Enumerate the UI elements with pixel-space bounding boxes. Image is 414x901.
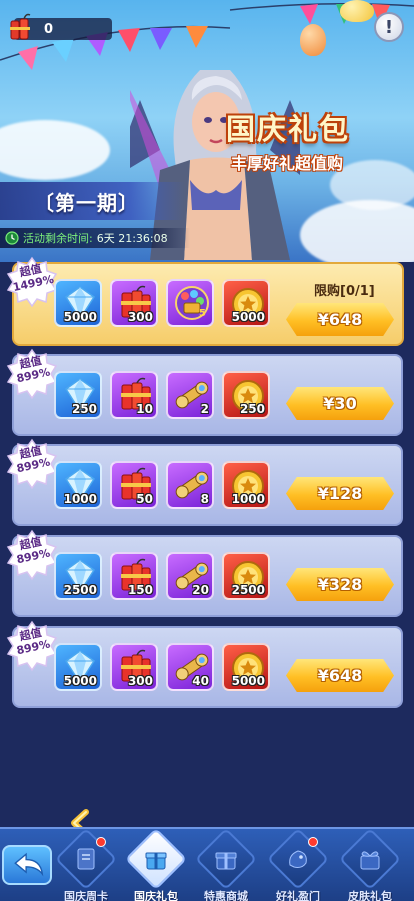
item-quantity: 250 <box>71 402 97 416</box>
item-quantity: 5000 <box>231 310 265 324</box>
buy-button[interactable]: ¥128 <box>286 477 394 510</box>
pack-items: 1000 50 8 1000 <box>54 461 270 509</box>
dragon-icon <box>289 850 307 868</box>
tab-label: 国庆礼包 <box>134 890 178 901</box>
back-button[interactable] <box>2 845 52 885</box>
item-slot-scroll[interactable]: 20 <box>166 552 214 600</box>
pack-items: 250 10 2 250 <box>54 371 270 419</box>
purchase-limit: 限购[0/1] <box>314 284 375 299</box>
tab-label: 特惠商城 <box>204 890 248 901</box>
period-label: 〔第一期〕 <box>0 182 185 220</box>
item-slot-firecracker[interactable]: 150 <box>110 552 158 600</box>
value-badge: 超值 1499% <box>6 256 58 308</box>
firecracker-icon <box>10 13 31 40</box>
tab-label: 好礼盈门 <box>276 890 320 901</box>
svg-text:5: 5 <box>199 308 206 319</box>
item-quantity: 20 <box>192 583 209 597</box>
item-quantity: 250 <box>239 402 265 416</box>
bottom-nav: 国庆周卡 国庆礼包 特惠商城 好礼盈门 皮肤礼包 <box>0 827 414 901</box>
treasure-chest-icon: 5 <box>175 286 209 320</box>
tab-3[interactable]: 特惠商城 <box>190 827 262 901</box>
tab-4[interactable]: 好礼盈门 <box>262 827 334 901</box>
item-quantity: 5000 <box>63 674 97 688</box>
buy-button[interactable]: ¥328 <box>286 568 394 601</box>
countdown-timer: 活动剩余时间: 6天 21:36:08 <box>0 228 190 248</box>
currency-count: 0 <box>44 21 54 37</box>
notification-dot <box>308 837 318 847</box>
item-quantity: 2 <box>200 402 209 416</box>
gift-pack-1: 超值 1499% 5000 300 5 5000 限购[0/1] ¥648 <box>6 256 404 346</box>
item-quantity: 1000 <box>231 492 265 506</box>
item-slot-gold-medal[interactable]: 2500 <box>222 552 270 600</box>
clock-icon <box>5 231 19 245</box>
pack-items: 2500 150 20 2500 <box>54 552 270 600</box>
item-quantity: 2500 <box>63 583 97 597</box>
back-arrow-icon <box>14 852 44 877</box>
tab-label: 国庆周卡 <box>64 890 108 901</box>
item-quantity: 8 <box>200 492 209 506</box>
tab-5[interactable]: 皮肤礼包 <box>334 827 406 901</box>
item-quantity: 10 <box>136 402 153 416</box>
item-slot-firecracker[interactable]: 50 <box>110 461 158 509</box>
item-quantity: 150 <box>127 583 153 597</box>
notification-dot <box>96 837 106 847</box>
gift-box-icon <box>145 852 167 870</box>
event-subtitle: 丰厚好礼超值购 <box>231 154 344 173</box>
buy-button[interactable]: ¥648 <box>286 659 394 692</box>
tab-label: 皮肤礼包 <box>348 890 392 901</box>
item-slot-diamond[interactable]: 250 <box>54 371 102 419</box>
cloud <box>300 200 414 262</box>
skin-gift-icon <box>360 851 380 870</box>
item-slot-scroll[interactable]: 40 <box>166 643 214 691</box>
item-slot-firecracker[interactable]: 300 <box>110 643 158 691</box>
gift-pack-4: 超值 899% 2500 150 20 2500 ¥328 <box>6 529 403 617</box>
item-quantity: 5000 <box>63 310 97 324</box>
item-slot-gold-medal[interactable]: 5000 <box>222 643 270 691</box>
item-slot-diamond[interactable]: 1000 <box>54 461 102 509</box>
balloon <box>340 0 374 22</box>
value-badge: 超值 899% <box>6 438 58 490</box>
tab-2[interactable]: 国庆礼包 <box>120 827 192 901</box>
pack-items: 5000 300 40 5000 <box>54 643 270 691</box>
item-slot-diamond[interactable]: 5000 <box>54 643 102 691</box>
balloon <box>300 24 326 56</box>
timer-label: 活动剩余时间: <box>23 232 93 245</box>
item-slot-special-chest[interactable]: 5 <box>166 279 214 327</box>
gift-pack-5: 超值 899% 5000 300 40 5000 ¥648 <box>6 620 403 708</box>
item-slot-scroll[interactable]: 8 <box>166 461 214 509</box>
item-quantity: 5000 <box>231 674 265 688</box>
item-slot-gold-medal[interactable]: 1000 <box>222 461 270 509</box>
item-quantity: 2500 <box>231 583 265 597</box>
info-alert-button[interactable]: ! <box>374 12 404 42</box>
value-badge: 超值 899% <box>6 620 58 672</box>
buy-button[interactable]: ¥648 <box>286 303 394 336</box>
gift-pack-3: 超值 899% 1000 50 8 1000 ¥128 <box>6 438 403 526</box>
item-slot-diamond[interactable]: 5000 <box>54 279 102 327</box>
item-quantity: 1000 <box>63 492 97 506</box>
item-quantity: 300 <box>127 674 153 688</box>
item-slot-scroll[interactable]: 2 <box>166 371 214 419</box>
event-title: 国庆礼包 <box>226 112 351 146</box>
buy-button[interactable]: ¥30 <box>286 387 394 420</box>
item-slot-firecracker[interactable]: 300 <box>110 279 158 327</box>
item-slot-gold-medal[interactable]: 5000 <box>222 279 270 327</box>
alert-icon: ! <box>384 16 394 38</box>
item-slot-diamond[interactable]: 2500 <box>54 552 102 600</box>
value-badge: 超值 899% <box>6 529 58 581</box>
timer-value: 6天 21:36:08 <box>96 232 168 245</box>
item-quantity: 300 <box>127 310 153 324</box>
event-banner: 0 ! 国庆礼包 丰厚好礼超值购 〔第一期〕 活动剩余时间: 6天 21:36:… <box>0 0 414 262</box>
cloud <box>0 120 110 180</box>
item-quantity: 40 <box>192 674 209 688</box>
tab-1[interactable]: 国庆周卡 <box>50 827 122 901</box>
value-badge: 超值 899% <box>6 348 58 400</box>
card-icon <box>77 848 95 870</box>
item-slot-gold-medal[interactable]: 250 <box>222 371 270 419</box>
shop-gift-icon <box>215 852 237 870</box>
gift-pack-2: 超值 899% 250 10 2 250 ¥30 <box>6 348 403 436</box>
item-slot-firecracker[interactable]: 10 <box>110 371 158 419</box>
item-quantity: 50 <box>136 492 153 506</box>
pack-items: 5000 300 5 5000 <box>54 279 270 327</box>
